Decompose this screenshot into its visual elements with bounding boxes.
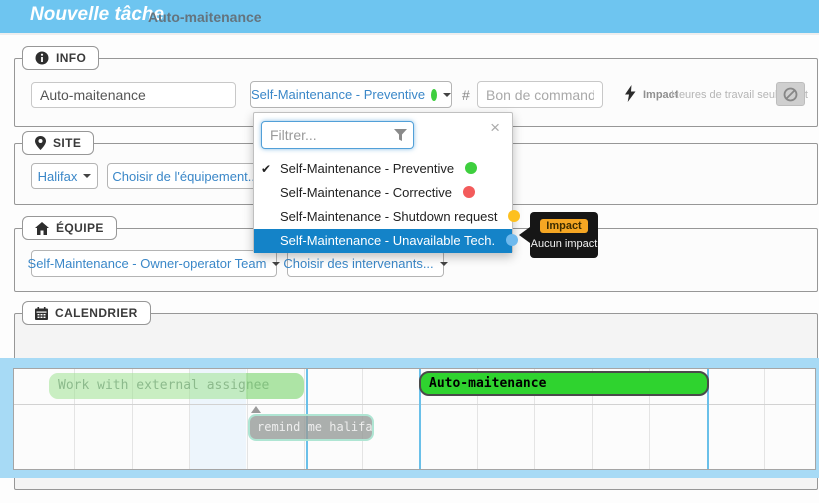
team-select-button[interactable]: Self-Maintenance - Owner-operator Team — [31, 250, 277, 277]
caret-down-icon — [272, 262, 280, 266]
task-name-input[interactable] — [31, 82, 236, 108]
team-button-label: Self-Maintenance - Owner-operator Team — [28, 256, 267, 271]
close-icon[interactable]: × — [490, 119, 500, 136]
site-section-tab: SITE — [22, 131, 94, 155]
members-select-button[interactable]: Choisir des intervenants... — [287, 250, 444, 277]
task-name-heading: Auto-maitenance — [148, 9, 262, 25]
category-option-dot — [508, 210, 520, 222]
impact-tooltip: Impact Aucun impact — [530, 212, 598, 258]
caret-down-icon — [443, 93, 451, 97]
category-option-label: Self-Maintenance - Preventive — [280, 161, 454, 176]
gantt-bar-label: remind me halifax — [257, 420, 374, 434]
gantt-row-divider — [14, 404, 816, 405]
gantt-marker-triangle — [251, 406, 261, 413]
gantt-bar-auto-maitenance[interactable]: Auto-maitenance — [419, 371, 709, 396]
category-option-label: Self-Maintenance - Corrective — [280, 185, 452, 200]
map-pin-icon — [35, 136, 46, 150]
page-title: Nouvelle tâche — [30, 4, 164, 26]
page-header: Nouvelle tâche Auto-maitenance — [0, 0, 819, 33]
ban-icon — [783, 87, 798, 102]
category-option[interactable]: Self-Maintenance - Corrective — [254, 181, 512, 205]
purchase-order-input[interactable] — [477, 81, 603, 108]
category-option-dot — [465, 162, 477, 174]
category-option[interactable]: Self-Maintenance - Unavailable Tech. — [254, 229, 512, 253]
check-icon: ✔ — [261, 157, 271, 181]
category-option-dot — [463, 186, 475, 198]
gantt-container: Work with external assignee Auto-maitena… — [0, 358, 819, 478]
site-button-label: Halifax — [38, 169, 78, 184]
equipment-select-button[interactable]: Choisir de l'équipement... — [107, 163, 264, 189]
category-option-label: Self-Maintenance - Unavailable Tech. — [280, 233, 495, 248]
site-select-button[interactable]: Halifax — [31, 163, 98, 189]
gantt-bar-external-assignee[interactable]: Work with external assignee — [49, 373, 304, 399]
impact-tooltip-text: Aucun impact — [530, 238, 598, 250]
calendar-tab-label: CALENDRIER — [55, 306, 138, 320]
calendar-icon — [35, 307, 48, 320]
no-impact-button[interactable] — [776, 82, 805, 106]
filter-funnel-icon — [394, 129, 407, 141]
members-button-label: Choisir des intervenants... — [283, 256, 433, 271]
info-tab-label: INFO — [56, 51, 86, 65]
category-option-list: ✔ Self-Maintenance - Preventive Self-Mai… — [254, 157, 512, 253]
category-button-label: Self-Maintenance - Preventive — [251, 87, 425, 102]
info-icon — [35, 51, 49, 65]
equipment-button-label: Choisir de l'équipement... — [112, 169, 258, 184]
gantt-bar-overlap — [246, 373, 304, 399]
calendar-section-tab: CALENDRIER — [22, 301, 151, 325]
gantt-bar-label: Work with external assignee — [58, 378, 269, 393]
team-section-tab: ÉQUIPE — [22, 216, 117, 240]
category-option[interactable]: ✔ Self-Maintenance - Preventive — [254, 157, 512, 181]
category-option-label: Self-Maintenance - Shutdown request — [280, 209, 498, 224]
info-section-tab: INFO — [22, 46, 99, 70]
caret-down-icon — [83, 174, 91, 178]
gantt-grid[interactable]: Work with external assignee Auto-maitena… — [13, 368, 816, 470]
lightning-bolt-icon — [624, 85, 637, 102]
category-option[interactable]: Self-Maintenance - Shutdown request — [254, 205, 512, 229]
order-number-prefix: # — [462, 87, 470, 103]
category-color-dot — [431, 89, 437, 101]
team-tab-label: ÉQUIPE — [56, 221, 104, 235]
category-filter-input[interactable] — [261, 121, 414, 149]
site-tab-label: SITE — [53, 136, 81, 150]
gantt-bar-label: Auto-maitenance — [429, 376, 546, 391]
category-dropdown-panel: × ✔ Self-Maintenance - Preventive Self-M… — [253, 112, 513, 253]
tooltip-arrow — [519, 227, 530, 243]
gantt-gridline — [764, 369, 765, 470]
new-task-page: Nouvelle tâche Auto-maitenance INFO Self… — [0, 0, 819, 503]
gantt-bar-remind-halifax[interactable]: remind me halifax — [248, 414, 374, 441]
home-icon — [35, 222, 49, 235]
caret-down-icon — [440, 262, 448, 266]
impact-badge: Impact — [540, 219, 587, 233]
category-dropdown-button[interactable]: Self-Maintenance - Preventive — [250, 81, 452, 108]
category-option-dot — [506, 234, 518, 246]
